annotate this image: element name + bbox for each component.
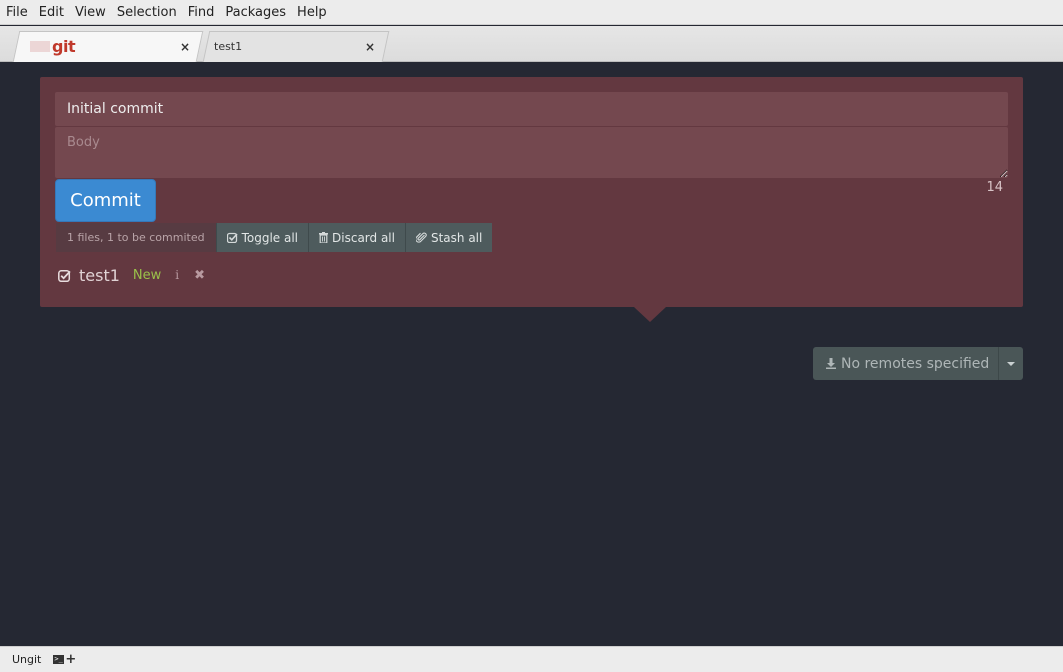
- menu-view[interactable]: View: [75, 5, 106, 20]
- menu-selection[interactable]: Selection: [117, 5, 177, 20]
- menu-file[interactable]: File: [6, 5, 28, 20]
- staging-panel-pointer: [634, 307, 666, 322]
- trash-icon: [319, 232, 329, 243]
- commit-title-input[interactable]: [55, 92, 1008, 126]
- menu-help[interactable]: Help: [297, 5, 327, 20]
- stash-all-label: Stash all: [430, 230, 483, 245]
- tab-ungit-close-icon[interactable]: ×: [180, 40, 190, 54]
- terminal-icon: >_: [53, 655, 65, 664]
- discard-all-label: Discard all: [332, 230, 395, 245]
- terminal-add-icon[interactable]: >_ +: [53, 652, 77, 667]
- check-square-icon: [226, 232, 238, 243]
- menu-edit[interactable]: Edit: [39, 5, 64, 20]
- remote-button-group: No remotes specified: [813, 347, 1023, 380]
- status-bar: Ungit >_ +: [0, 646, 1063, 672]
- discard-all-button[interactable]: Discard all: [308, 223, 405, 252]
- tab-ungit-content: git: [30, 31, 76, 62]
- stash-all-button[interactable]: Stash all: [404, 223, 493, 252]
- chevron-down-icon: [1007, 361, 1015, 366]
- tab-bar: git × test1 ×: [0, 26, 1063, 62]
- staging-panel: 14 Commit 1 files, 1 to be commited Togg…: [40, 77, 1023, 307]
- toggle-all-label: Toggle all: [241, 230, 299, 245]
- logo-block-icon: [30, 41, 50, 52]
- files-summary: 1 files, 1 to be commited: [56, 223, 216, 252]
- download-icon: [826, 358, 836, 369]
- commit-body-input[interactable]: [55, 127, 1008, 178]
- toggle-all-button[interactable]: Toggle all: [215, 223, 309, 252]
- remote-button-label: No remotes specified: [841, 355, 990, 372]
- paperclip-icon: [415, 232, 427, 243]
- ungit-logo: git: [30, 37, 76, 57]
- file-row: test1 New i ✖: [58, 263, 205, 287]
- plus-icon: +: [65, 652, 77, 667]
- tab-test1-content: test1: [214, 31, 242, 62]
- status-bar-label: Ungit: [12, 653, 42, 666]
- menu-bar: File Edit View Selection Find Packages H…: [0, 0, 1063, 25]
- commit-char-count: 14: [986, 180, 1003, 195]
- menu-packages[interactable]: Packages: [225, 5, 286, 20]
- discard-file-icon[interactable]: ✖: [194, 268, 205, 283]
- info-icon[interactable]: i: [175, 268, 179, 282]
- main-area: 14 Commit 1 files, 1 to be commited Togg…: [0, 62, 1063, 646]
- file-checkbox-icon[interactable]: [58, 269, 71, 282]
- remote-dropdown-button[interactable]: [998, 347, 1023, 380]
- tab-test1-label: test1: [214, 40, 243, 53]
- tab-test1-close-icon[interactable]: ×: [365, 40, 375, 54]
- menu-find[interactable]: Find: [188, 5, 215, 20]
- commit-button[interactable]: Commit: [55, 179, 156, 222]
- file-status-badge: New: [132, 267, 162, 283]
- staging-toolbar: 1 files, 1 to be commited Toggle all Dis…: [56, 223, 493, 252]
- logo-text: git: [52, 37, 76, 56]
- fetch-remote-button[interactable]: No remotes specified: [813, 347, 998, 380]
- file-name[interactable]: test1: [79, 266, 120, 285]
